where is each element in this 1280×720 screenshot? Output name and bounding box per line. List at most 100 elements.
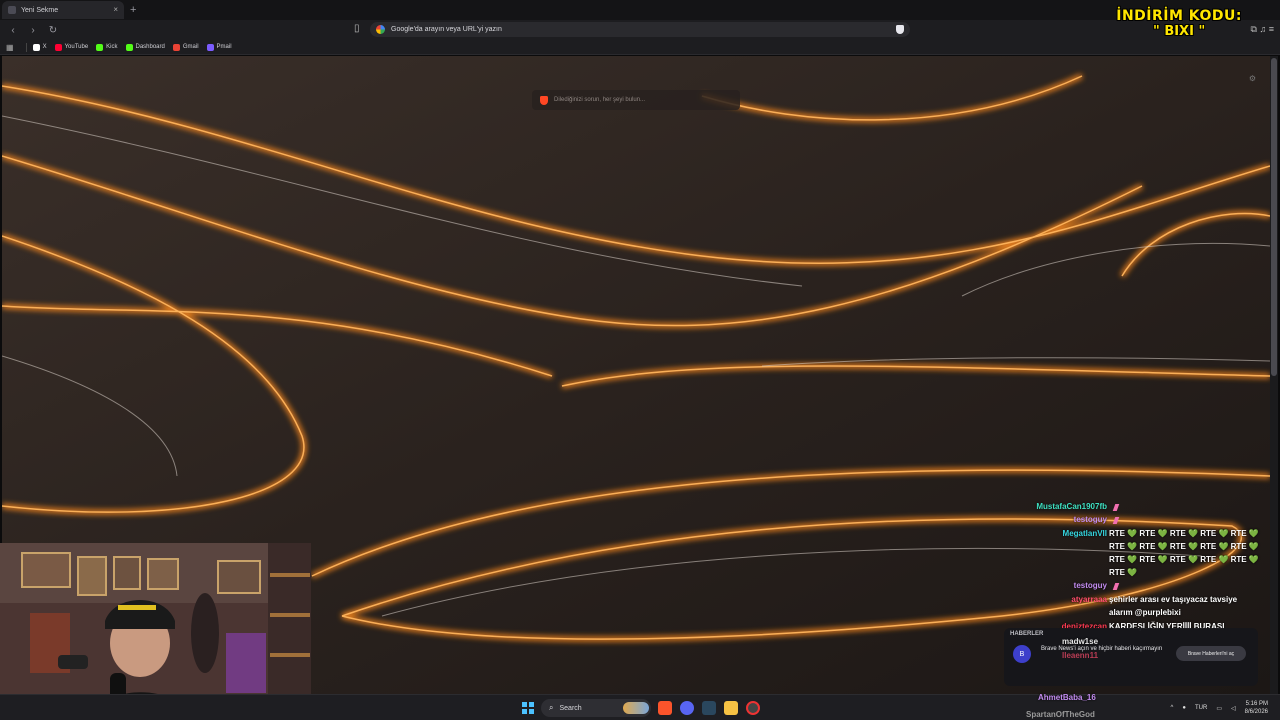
open-brave-news-button[interactable]: Brave Haberleri'ni aç [1176,646,1246,661]
tab-title: Yeni Sekme [21,6,59,14]
search-placeholder: Dilediğinizi sorun, her şeyi bulun... [554,97,646,103]
taskbar-search[interactable]: ⌕ Search [541,699,651,717]
steam-taskbar-icon[interactable] [702,701,716,715]
chat-message: şehirler arası ev taşıyacaz tavsiye [1109,595,1238,604]
chat-username: testoguy [1073,581,1107,590]
chat-username: SpartanOfTheGod [1026,710,1095,719]
chat-row: RTE 💚 RTE 💚 RTE 💚 RTE 💚 RTE 💚 [1005,542,1275,554]
google-icon [376,25,385,34]
chat-row: RTE 💚 RTE 💚 RTE 💚 RTE 💚 RTE 💚 [1005,555,1275,567]
bookmark-label: Kick [106,44,118,50]
pin-badge-icon [1112,583,1120,590]
gmail-icon [172,43,180,51]
pin-badge-icon [1112,504,1120,511]
bookmark-label: Gmail [182,44,199,50]
discord-taskbar-icon[interactable] [680,701,694,715]
chat-row: atyarraaa şehirler arası ev taşıyacaz tav… [1005,595,1275,607]
network-icon[interactable]: ▭ [1216,705,1222,712]
chat-username: lleaenn11 [1062,651,1099,660]
bookmarks-divider [25,42,27,52]
chat-row: MegatlanVII RTE 💚 RTE 💚 RTE 💚 RTE 💚 RTE 💚 [1005,529,1275,541]
chat-row: testoguy [1005,581,1275,593]
new-tab-search-input[interactable]: Dilediğinizi sorun, her şeyi bulun... [532,90,740,110]
chat-row: testoguy [1005,515,1275,527]
clock[interactable]: 5:16 PM 8/6/2026 [1245,700,1268,716]
clock-time: 5:16 PM [1245,701,1268,707]
menu-icon[interactable]: ≡ [1269,24,1274,34]
music-icon[interactable]: ♫ [1259,24,1266,34]
chat-username: atyarraaa [1071,595,1107,604]
chat-row: RTE 💚 [1005,568,1275,580]
clock-date: 8/6/2026 [1244,709,1268,715]
microphone-icon[interactable]: ● [1182,705,1186,711]
bookmark-kick[interactable]: Kick [96,43,118,51]
extensions-icon[interactable]: ⧉ [1251,24,1257,34]
bookmark-label: Pmail [216,44,232,50]
close-icon[interactable]: × [113,5,118,14]
browser-toolbar: ‹ › ↻ ▯ Google'da arayın veya URL'yi yaz… [0,20,1280,40]
pin-badge-icon [1112,517,1120,524]
toast-header: HABERLER [1010,631,1044,637]
chat-username: testoguy [1073,515,1107,524]
screen: Yeni Sekme × + ‹ › ↻ ▯ Google'da arayın … [0,0,1280,720]
bookmark-label: YouTube [64,44,89,50]
toast-text: Brave News'i açın ve hiçbir haberi kaçır… [1041,646,1163,652]
x-icon [32,43,40,51]
toolbar-right-icons: ⧉ ♫ ≡ [1251,24,1274,35]
youtube-icon [54,43,62,51]
obs-taskbar-icon[interactable] [746,701,760,715]
chat-message: RTE 💚 RTE 💚 RTE 💚 RTE 💚 RTE 💚 [1109,542,1259,551]
address-placeholder: Google'da arayın veya URL'yi yazın [391,26,502,33]
chat-row: MustafaCan1907fb [1005,502,1275,514]
brave-logo-icon [540,95,548,105]
gear-icon[interactable]: ⚙ [1249,74,1256,83]
windows-start-icon[interactable] [522,702,534,714]
scrollbar-thumb[interactable] [1271,58,1277,376]
tab-new-tab[interactable]: Yeni Sekme × [2,1,124,19]
chat-message: alarım @purplebixi [1109,608,1181,617]
brave-taskbar-icon[interactable] [658,701,672,715]
chat-message: RTE 💚 RTE 💚 RTE 💚 RTE 💚 RTE 💚 [1109,555,1259,564]
new-tab-button[interactable]: + [130,4,136,16]
chat-username: MustafaCan1907fb [1036,502,1107,511]
chat-username: madw1se [1062,637,1099,646]
forward-icon[interactable]: › [26,23,40,37]
system-tray: ^ ● TUR ▭ ◁ 5:16 PM 8/6/2026 [1171,695,1280,720]
kick-icon [96,43,104,51]
promo-line-1: İNDİRİM KODU: [1116,8,1242,24]
discount-code-overlay: İNDİRİM KODU: " BIXI " [1116,8,1242,40]
taskbar-search-label: Search [559,704,582,712]
address-bar[interactable]: Google'da arayın veya URL'yi yazın [370,22,910,37]
promo-line-2: " BIXI " [1153,24,1206,39]
file-explorer-icon[interactable] [724,701,738,715]
brave-news-icon: B [1013,645,1031,663]
chat-username: AhmetBaba_16 [1038,693,1096,702]
back-icon[interactable]: ‹ [6,23,20,37]
bookmark-label: X [42,44,47,50]
bookmarks-bar: ▦ X YouTube Kick Dashboard Gmail Pmail [0,40,1280,55]
brave-tab-icon [8,6,16,14]
bookmark-gmail[interactable]: Gmail [172,43,199,51]
apps-grid-icon[interactable]: ▦ [6,43,14,52]
bookmark-x[interactable]: X [32,43,47,51]
bookmark-label: Dashboard [135,44,165,50]
brave-news-toast[interactable]: HABERLER B Brave News'i açın ve hiçbir h… [1004,628,1258,686]
tab-strip: Yeni Sekme × + [0,0,1280,20]
volume-icon[interactable]: ◁ [1231,705,1236,712]
language-indicator[interactable]: TUR [1195,705,1207,711]
chat-message: RTE 💚 RTE 💚 RTE 💚 RTE 💚 RTE 💚 [1109,529,1259,538]
chat-username: MegatlanVII [1062,529,1107,538]
chat-row: alarım @purplebixi [1005,608,1275,620]
bookmark-pmail[interactable]: Pmail [206,43,232,51]
reload-icon[interactable]: ↻ [46,23,60,37]
bookmark-youtube[interactable]: YouTube [54,43,89,51]
brave-shields-icon[interactable] [896,25,904,34]
search-highlight-image [623,702,649,714]
bookmark-icon[interactable]: ▯ [354,23,360,34]
bookmark-dashboard[interactable]: Dashboard [125,43,165,51]
search-icon: ⌕ [549,703,554,712]
kick-icon [125,43,133,51]
proton-mail-icon [206,43,214,51]
chat-message: RTE 💚 [1109,568,1138,577]
chevron-up-icon[interactable]: ^ [1171,705,1174,711]
